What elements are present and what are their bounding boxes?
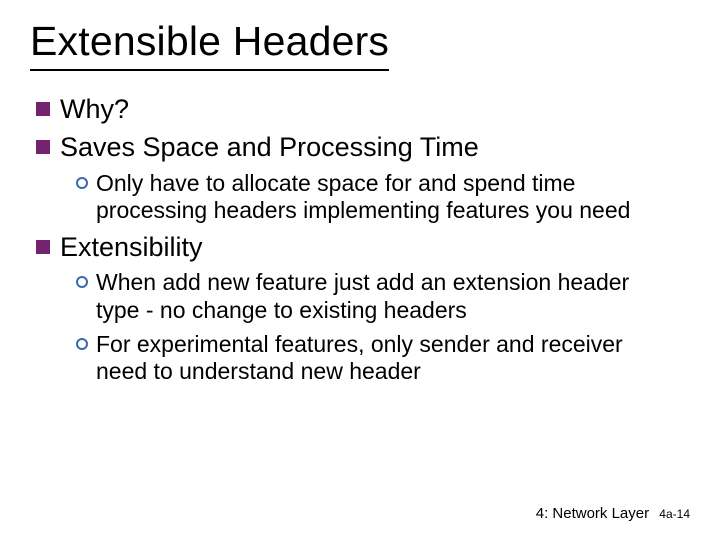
circle-bullet-icon xyxy=(76,276,88,288)
bullet-text: Saves Space and Processing Time xyxy=(60,131,479,163)
slide-title: Extensible Headers xyxy=(30,18,389,71)
bullet-saves-space: Saves Space and Processing Time xyxy=(36,131,690,163)
subbullet-text: Only have to allocate space for and spen… xyxy=(96,170,670,225)
subbullet-text: For experimental features, only sender a… xyxy=(96,331,670,386)
footer-section: 4: Network Layer xyxy=(536,505,649,522)
subbullet-text: When add new feature just add an extensi… xyxy=(96,269,670,324)
square-bullet-icon xyxy=(36,102,50,116)
bullet-extensibility: Extensibility xyxy=(36,231,690,263)
bullet-text: Extensibility xyxy=(60,231,203,263)
subbullet-allocate-space: Only have to allocate space for and spen… xyxy=(76,170,690,225)
bullet-text: Why? xyxy=(60,93,129,125)
circle-bullet-icon xyxy=(76,177,88,189)
square-bullet-icon xyxy=(36,240,50,254)
square-bullet-icon xyxy=(36,140,50,154)
footer-page-number: 4a-14 xyxy=(659,507,690,521)
bullet-why: Why? xyxy=(36,93,690,125)
subbullet-experimental: For experimental features, only sender a… xyxy=(76,331,690,386)
slide-footer: 4: Network Layer 4a-14 xyxy=(536,505,690,522)
slide: Extensible Headers Why? Saves Space and … xyxy=(0,0,720,540)
circle-bullet-icon xyxy=(76,338,88,350)
subbullet-new-feature: When add new feature just add an extensi… xyxy=(76,269,690,324)
